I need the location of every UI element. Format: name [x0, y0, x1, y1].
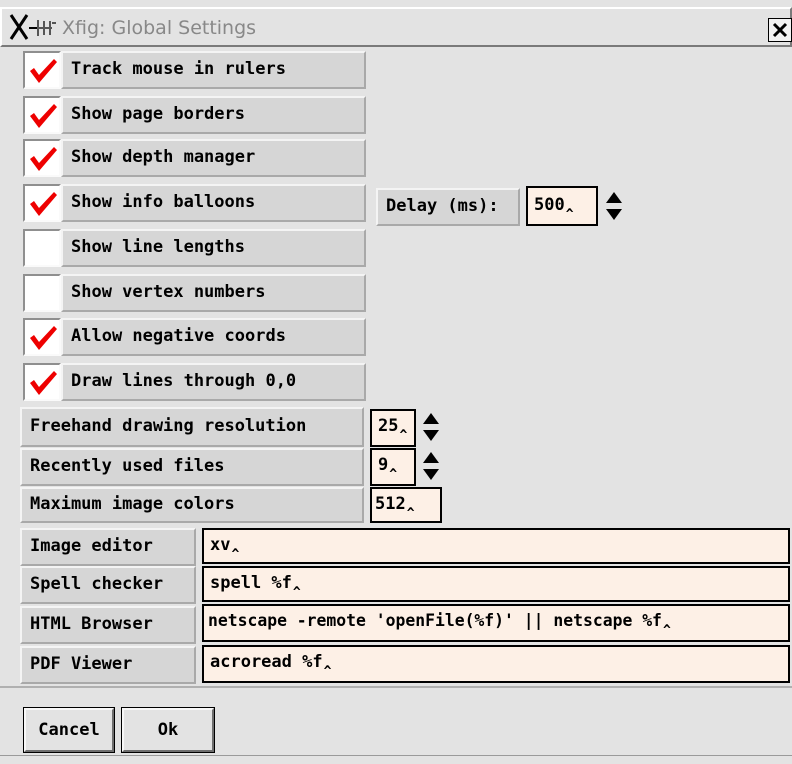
allow-negative-coords-label[interactable]: Allow negative coords — [61, 318, 366, 356]
max-image-colors-label: Maximum image colors — [20, 487, 364, 523]
checkmark-icon — [30, 371, 57, 395]
draw-lines-origin-checkbox[interactable] — [23, 363, 61, 401]
delay-input[interactable]: 500^ — [526, 186, 598, 226]
max-image-colors-input[interactable]: 512^ — [370, 487, 442, 523]
allow-negative-coords-checkbox[interactable] — [23, 318, 61, 356]
show-vertex-numbers-checkbox[interactable] — [23, 274, 61, 312]
delay-label: Delay (ms): — [376, 188, 520, 226]
checkmark-icon — [30, 326, 57, 350]
show-page-borders-label[interactable]: Show page borders — [61, 96, 366, 134]
show-line-lengths-label[interactable]: Show line lengths — [61, 229, 366, 267]
html-browser-label: HTML Browser — [20, 606, 196, 644]
freehand-resolution-input[interactable]: 25^ — [370, 409, 416, 447]
close-button[interactable] — [768, 18, 792, 42]
text-caret-icon: ^ — [389, 467, 398, 482]
recent-files-input[interactable]: 9^ — [370, 448, 416, 486]
delay-spinner[interactable] — [604, 189, 624, 223]
pdf-viewer-input[interactable]: acroread %f^ — [202, 645, 790, 683]
window-title: Xfig: Global Settings — [62, 17, 257, 39]
text-caret-icon: ^ — [292, 585, 301, 600]
draw-lines-origin-label[interactable]: Draw lines through 0,0 — [61, 363, 366, 401]
text-caret-icon: ^ — [662, 623, 671, 638]
pdf-viewer-label: PDF Viewer — [20, 646, 196, 684]
freehand-resolution-spinner[interactable] — [421, 410, 441, 444]
close-icon — [772, 22, 788, 38]
show-depth-manager-label[interactable]: Show depth manager — [61, 139, 366, 177]
spin-up-icon[interactable] — [606, 192, 622, 203]
checkmark-icon — [30, 147, 57, 171]
xfig-logo-icon — [9, 14, 56, 40]
text-caret-icon: ^ — [231, 547, 240, 562]
bottom-border — [0, 755, 792, 756]
spell-checker-input[interactable]: spell %f^ — [202, 566, 790, 602]
show-line-lengths-checkbox[interactable] — [23, 229, 61, 267]
global-settings-dialog: Xfig: Global Settings Track mouse in rul… — [0, 0, 792, 764]
html-browser-input[interactable]: netscape -remote 'openFile(%f)' || netsc… — [202, 604, 790, 642]
ok-button[interactable]: Ok — [121, 707, 215, 753]
spell-checker-label: Spell checker — [20, 566, 196, 604]
image-editor-input[interactable]: xv^ — [202, 528, 790, 564]
image-editor-label: Image editor — [20, 528, 196, 566]
freehand-resolution-label: Freehand drawing resolution — [20, 407, 364, 447]
title-bar[interactable]: Xfig: Global Settings — [0, 7, 792, 47]
show-depth-manager-checkbox[interactable] — [23, 139, 61, 177]
text-caret-icon: ^ — [565, 207, 574, 222]
spin-up-icon[interactable] — [423, 413, 439, 424]
checkmark-icon — [30, 104, 57, 128]
cancel-button[interactable]: Cancel — [23, 707, 115, 753]
text-caret-icon: ^ — [323, 664, 332, 679]
show-info-balloons-checkbox[interactable] — [23, 184, 61, 222]
spin-up-icon[interactable] — [423, 452, 439, 463]
text-caret-icon: ^ — [399, 428, 408, 443]
recent-files-spinner[interactable] — [421, 449, 441, 483]
separator — [0, 686, 792, 688]
checkmark-icon — [30, 192, 57, 216]
show-page-borders-checkbox[interactable] — [23, 96, 61, 134]
show-vertex-numbers-label[interactable]: Show vertex numbers — [61, 274, 366, 312]
checkmark-icon — [30, 59, 57, 83]
text-caret-icon: ^ — [406, 506, 415, 521]
show-info-balloons-label[interactable]: Show info balloons — [61, 184, 366, 222]
track-mouse-rulers-label[interactable]: Track mouse in rulers — [61, 51, 366, 89]
spin-down-icon[interactable] — [423, 430, 439, 441]
recent-files-label: Recently used files — [20, 448, 364, 486]
spin-down-icon[interactable] — [606, 209, 622, 220]
spin-down-icon[interactable] — [423, 469, 439, 480]
track-mouse-rulers-checkbox[interactable] — [23, 51, 61, 89]
